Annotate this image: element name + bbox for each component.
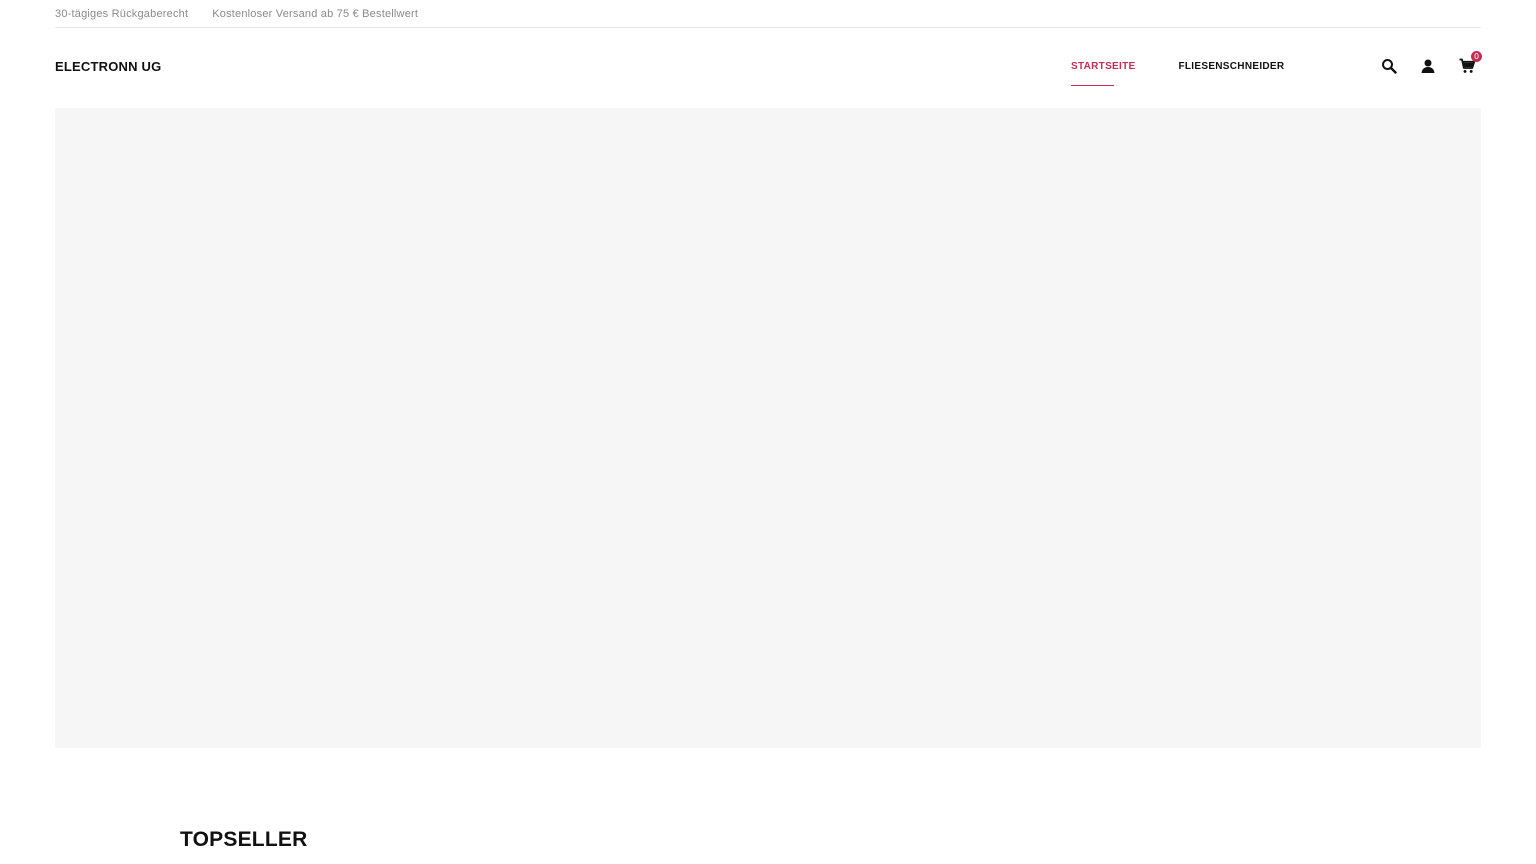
hero-banner-placeholder <box>55 108 1481 748</box>
topseller-heading: TOPSELLER <box>180 828 308 851</box>
cart-count-badge: 0 <box>1471 51 1482 62</box>
nav-item-fliesenschneider[interactable]: FLIESENSCHNEIDER <box>1178 61 1284 72</box>
nav-item-startseite[interactable]: STARTSEITE <box>1071 61 1135 86</box>
main-navigation: STARTSEITE FLIESENSCHNEIDER <box>1071 61 1327 86</box>
return-policy-text: 30-tägiges Rückgaberecht <box>55 7 189 20</box>
cart-icon[interactable]: 0 <box>1459 51 1482 74</box>
account-icon[interactable] <box>1420 58 1436 74</box>
search-icon[interactable] <box>1381 58 1397 74</box>
shipping-info-text: Kostenloser Versand ab 75 € Bestellwert <box>212 7 419 20</box>
header-actions: 0 <box>1381 51 1482 74</box>
top-info-bar: 30-tägiges Rückgaberecht Kostenloser Ver… <box>55 0 1481 28</box>
brand-logo-link[interactable]: ELECTRONN UG <box>55 59 161 74</box>
site-header: ELECTRONN UG STARTSEITE FLIESENSCHNEIDER <box>55 28 1482 108</box>
